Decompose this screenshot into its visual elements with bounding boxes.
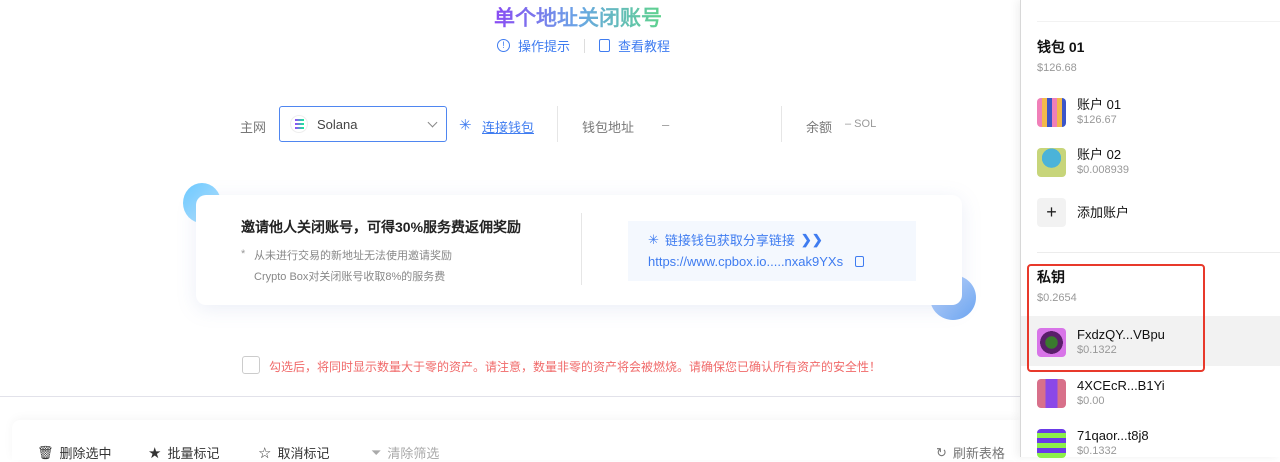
balance-label: 余额	[806, 120, 833, 135]
solana-icon	[290, 115, 308, 133]
network-selected: Solana	[317, 116, 358, 132]
account-item[interactable]: 71qaor...t8j8 $0.1332	[1037, 428, 1149, 458]
address-label: 钱包地址	[582, 120, 635, 135]
refresh-button[interactable]: ↻ 刷新表格	[936, 443, 1005, 462]
network-label: 主网	[240, 120, 267, 135]
chevron-down-icon	[427, 117, 438, 127]
page-title-wrap: 单个地址关闭账号	[0, 2, 1156, 32]
account-value: $0.1322	[1077, 344, 1117, 356]
clear-filter-button[interactable]: ⏷ 清除筛选	[371, 443, 439, 462]
loading-icon: ✳	[459, 117, 472, 134]
invite-note-2: Crypto Box对关闭账号收取8%的服务费	[254, 271, 446, 283]
refresh-label: 刷新表格	[952, 446, 1005, 461]
divider	[581, 213, 582, 285]
account-item[interactable]: FxdzQY...VBpu $0.1322	[1037, 327, 1165, 357]
account-item[interactable]: 账户 02 $0.008939	[1037, 147, 1129, 177]
show-nonzero-checkbox[interactable]	[242, 356, 260, 374]
account-avatar	[1037, 327, 1066, 357]
unmark-button[interactable]: ☆ 取消标记	[258, 443, 329, 462]
private-key-total: $0.2654	[1037, 292, 1077, 304]
share-box: ✳ 链接钱包获取分享链接 ❯❯ https://www.cpbox.io.....n…	[628, 221, 916, 281]
divider	[1037, 21, 1280, 22]
connect-wallet-link[interactable]: 连接钱包	[482, 117, 534, 136]
share-link-label[interactable]: 链接钱包获取分享链接	[665, 230, 795, 249]
batch-mark-button[interactable]: ★ 批量标记	[148, 443, 219, 462]
address-value: –	[662, 117, 670, 132]
invite-title: 邀请他人关闭账号，可得30%服务费返佣奖励	[241, 219, 522, 235]
account-avatar	[1037, 147, 1066, 177]
account-avatar	[1037, 378, 1066, 408]
delete-label: 删除选中	[59, 446, 112, 461]
account-value: $0.00	[1077, 395, 1105, 407]
wallet-name: 钱包 01	[1037, 39, 1085, 55]
account-value: $126.67	[1077, 114, 1117, 126]
wallet-panel: 钱包 01 $126.68 账户 01 $126.67 账户 02 $0.00893…	[1020, 0, 1280, 458]
divider	[1037, 252, 1280, 253]
account-name: 4XCEcR...B1Yi	[1077, 378, 1165, 393]
note-star: *	[241, 248, 246, 260]
private-key-group-name: 私钥	[1037, 269, 1065, 285]
divider	[0, 396, 1020, 397]
account-name: 71qaor...t8j8	[1077, 428, 1149, 443]
star-outline-icon: ☆	[258, 444, 272, 462]
account-value: $0.008939	[1077, 164, 1129, 176]
refresh-icon: ↻	[936, 444, 947, 460]
filter-icon: ⏷	[371, 444, 382, 460]
add-account-button[interactable]: + 添加账户	[1037, 198, 1129, 227]
book-icon	[599, 39, 611, 52]
account-avatar	[1037, 97, 1066, 127]
page-title: 单个地址关闭账号	[494, 7, 662, 30]
tutorial-link[interactable]: 查看教程	[618, 36, 670, 55]
balance-value: – SOL	[845, 118, 877, 130]
network-select[interactable]: Solana	[279, 106, 447, 142]
tips-link[interactable]: 操作提示	[518, 36, 570, 55]
add-account-label: 添加账户	[1077, 204, 1130, 220]
delete-selected-button[interactable]: 🗑︎ 删除选中	[37, 443, 112, 462]
account-item[interactable]: 4XCEcR...B1Yi $0.00	[1037, 378, 1165, 408]
account-name: 账户 01	[1077, 97, 1122, 112]
mark-label: 批量标记	[167, 446, 220, 461]
clear-filter-label: 清除筛选	[387, 446, 440, 461]
account-item[interactable]: 账户 01 $126.67	[1037, 97, 1121, 127]
wallet-total: $126.68	[1037, 62, 1077, 74]
double-chevron-icon: ❯❯	[800, 231, 823, 247]
header-links: ! 操作提示 查看教程	[497, 36, 670, 55]
account-name: 账户 02	[1077, 147, 1122, 162]
trash-icon: 🗑︎	[37, 444, 54, 460]
account-value: $0.1332	[1077, 445, 1117, 457]
copy-icon[interactable]	[855, 256, 865, 267]
divider	[557, 106, 558, 142]
warning-text: 勾选后，将同时显示数量大于零的资产。请注意，数量非零的资产将会被燃烧。请确保您已…	[269, 360, 882, 374]
account-name: FxdzQY...VBpu	[1077, 327, 1165, 342]
plus-icon: +	[1037, 198, 1066, 227]
loading-icon: ✳	[648, 231, 659, 247]
unmark-label: 取消标记	[277, 446, 330, 461]
share-url: https://www.cpbox.io.....nxak9YXs	[648, 254, 844, 269]
info-icon: !	[497, 39, 510, 52]
divider	[584, 38, 586, 53]
account-avatar	[1037, 428, 1066, 458]
star-filled-icon: ★	[148, 444, 162, 462]
invite-note-1: 从未进行交易的新地址无法使用邀请奖励	[254, 250, 452, 262]
divider	[781, 106, 782, 142]
